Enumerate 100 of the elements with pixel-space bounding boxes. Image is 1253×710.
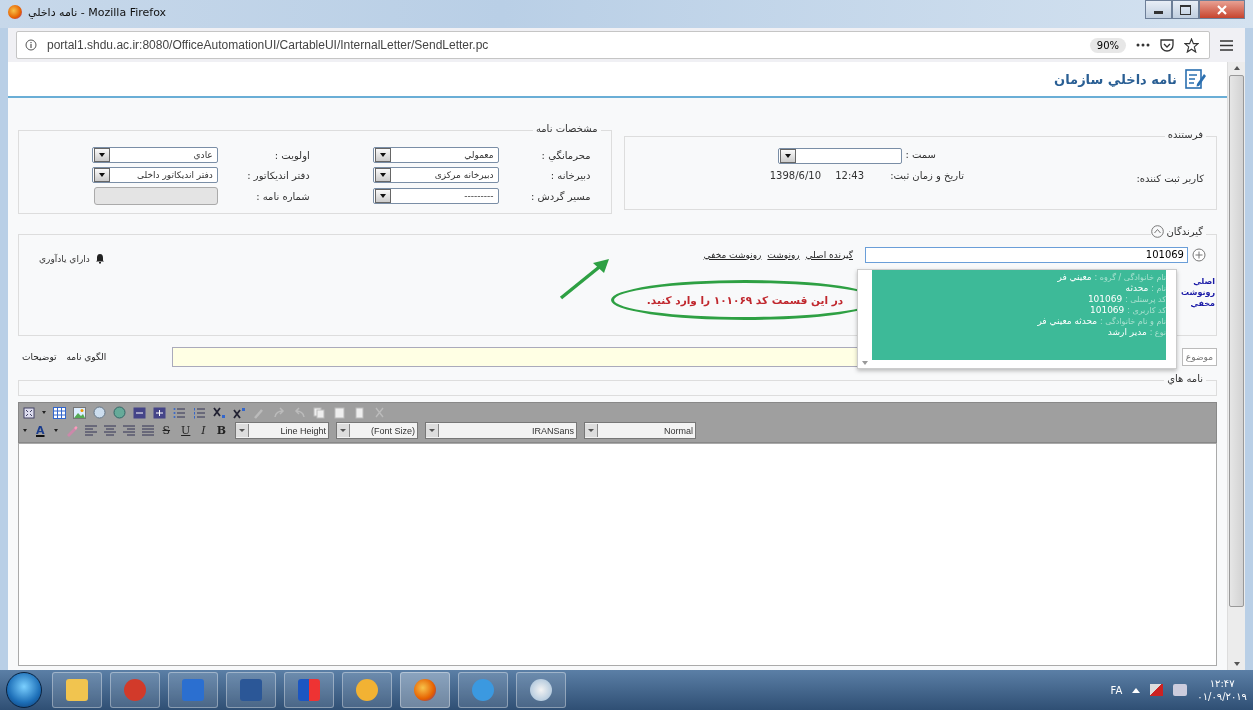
circle-app-icon[interactable]	[110, 672, 160, 708]
close-icon	[1216, 4, 1228, 15]
dropdown-select[interactable]: ---------	[372, 188, 499, 204]
align-right-icon[interactable]	[122, 425, 135, 436]
text-format-button[interactable]: U	[179, 424, 193, 437]
text-link[interactable]: توضيحات	[22, 352, 57, 362]
folder-app-icon[interactable]	[52, 672, 102, 708]
align-left-icon[interactable]	[84, 425, 97, 436]
field-label: دفتر انديکاتور :	[246, 169, 310, 181]
dropdown-select[interactable]: دبيرخانه مرکزی	[372, 167, 499, 183]
caret-icon	[785, 154, 791, 158]
editor-dropdown[interactable]: IRANSans	[425, 422, 577, 439]
bell-icon	[94, 253, 105, 264]
panel-legend: گيرندگان	[1163, 226, 1206, 237]
image-icon[interactable]	[73, 406, 86, 419]
caret-icon	[379, 173, 386, 177]
editor-dropdown[interactable]: Normal	[584, 422, 696, 439]
maximize-button[interactable]	[1172, 0, 1199, 19]
field-label: شماره نامه :	[255, 190, 310, 202]
scrollbar[interactable]	[1227, 62, 1245, 670]
editor-dropdown[interactable]: (Font Size)	[336, 422, 418, 439]
show-hidden-icons-icon[interactable]	[1132, 687, 1141, 693]
edit-document-icon	[1185, 68, 1207, 90]
caret-icon[interactable]	[23, 429, 27, 432]
callout-arrow	[559, 258, 611, 300]
maximize-icon[interactable]	[23, 406, 35, 419]
caret-icon	[588, 429, 594, 432]
caret-icon[interactable]	[53, 429, 58, 432]
panel-legend: مشخصات نامه	[532, 123, 601, 134]
caret-icon	[429, 429, 435, 432]
text-format-button[interactable]: B	[214, 424, 228, 437]
recipient-group-label: اصلي	[1192, 277, 1215, 286]
recipient-group-label: رونوشت	[1181, 288, 1215, 297]
field-label: مسير گردش :	[530, 190, 591, 202]
page-title: نامه داخلي سازمان	[1054, 71, 1177, 87]
caret-icon	[379, 194, 386, 198]
close-button[interactable]	[1199, 0, 1245, 19]
star-icon[interactable]	[1184, 37, 1199, 53]
suggestion-line: نام و نام خانوادگی : محدثه معيني فر	[1036, 316, 1166, 326]
panel-legend: نامه هاي	[1164, 373, 1206, 384]
recipient-type-link[interactable]: گيرنده اصلي	[805, 249, 853, 260]
copy-icon[interactable]	[313, 406, 326, 419]
align-center-icon[interactable]	[103, 425, 116, 436]
scrollbar-thumb[interactable]	[1229, 75, 1244, 607]
time-text: 12:43	[835, 170, 864, 181]
recipient-type-link[interactable]: رونوشت	[767, 249, 800, 260]
caret-icon	[340, 429, 346, 432]
field-label: تاريخ و زمان ثبت:	[890, 170, 964, 181]
clock[interactable]: ۱۲:۴۷ ۰۱/۰۹/۲۰۱۹	[1197, 677, 1247, 703]
add-icon[interactable]	[1192, 247, 1206, 262]
justify-icon[interactable]	[141, 425, 154, 436]
caret-icon[interactable]	[42, 411, 46, 414]
font-color-button[interactable]: A	[34, 424, 47, 437]
editor-dropdown[interactable]: Line Height	[235, 422, 329, 439]
address-bar[interactable]: portal1.shdu.ac.ir:8080/OfficeAutomationUI/CartableUI/InternalLetter/SendLetter.pc 90%	[16, 31, 1210, 59]
minimize-button[interactable]	[1145, 0, 1172, 19]
recipient-group-label: مخفي	[1189, 299, 1215, 308]
table-icon[interactable]	[53, 406, 66, 419]
caret-icon	[98, 153, 105, 157]
dropdown-select[interactable]: عادي	[91, 147, 218, 163]
language-indicator[interactable]: FA	[1110, 684, 1123, 696]
document-icon[interactable]	[353, 406, 366, 419]
position-select[interactable]	[778, 148, 902, 164]
dropdown-select[interactable]: دفتر انديکاتور داخلی	[91, 167, 218, 183]
suggestion-line: نام خانوادگی / گروه : معيني فر	[1056, 272, 1166, 282]
field-label: دبيرخانه :	[549, 169, 591, 181]
info-icon	[25, 39, 37, 51]
subscript-icon[interactable]	[213, 406, 226, 419]
start-button[interactable]	[6, 672, 42, 708]
caret-icon	[98, 173, 105, 177]
collapse-icon[interactable]	[1150, 225, 1164, 238]
numbered-list-icon[interactable]	[193, 406, 206, 419]
panel-legend: فرستنده	[1164, 129, 1206, 140]
dropdown-select[interactable]: معمولي	[372, 147, 499, 163]
text-format-button[interactable]: S	[160, 424, 173, 437]
caret-icon	[379, 153, 386, 157]
recipient-type-link[interactable]: رونوشت مخفي	[703, 249, 762, 260]
field-label: محرمانگي :	[540, 149, 591, 161]
window-title: نامه داخلي - Mozilla Firefox	[28, 5, 167, 19]
reminder-label: داراي يادآوري	[39, 253, 90, 264]
callout-text: در اين قسمت کد ۱۰۱۰۶۹ را وارد کنيد.	[646, 294, 844, 306]
text-link[interactable]: الگوي نامه	[66, 352, 107, 362]
url-text: portal1.shdu.ac.ir:8080/OfficeAutomationUI/CartableUI/InternalLetter/SendLetter.pc	[47, 38, 490, 52]
scroll-down-icon[interactable]	[1233, 662, 1240, 666]
suggestion-line: نوع : مدير ارشد	[1106, 327, 1166, 337]
menu-icon[interactable]	[1220, 39, 1233, 51]
more-options-icon[interactable]	[1136, 43, 1150, 47]
date-text: 1398/6/10	[769, 170, 821, 181]
text-format-button[interactable]: I	[199, 424, 208, 437]
caret-icon	[239, 429, 245, 432]
suggestion-line: نام : محدثه	[1124, 283, 1166, 293]
superscript-icon[interactable]	[233, 406, 246, 419]
recipient-search-field[interactable]: 101069	[865, 246, 1188, 263]
scroll-down-icon	[862, 361, 868, 365]
field-label: سمت :	[905, 149, 936, 160]
field-label: اولويت :	[273, 149, 310, 161]
scroll-up-icon[interactable]	[1233, 66, 1240, 70]
zoom-level-button[interactable]: 90%	[1089, 37, 1126, 53]
pocket-icon[interactable]	[1160, 38, 1174, 52]
bulleted-list-icon[interactable]	[173, 406, 186, 419]
